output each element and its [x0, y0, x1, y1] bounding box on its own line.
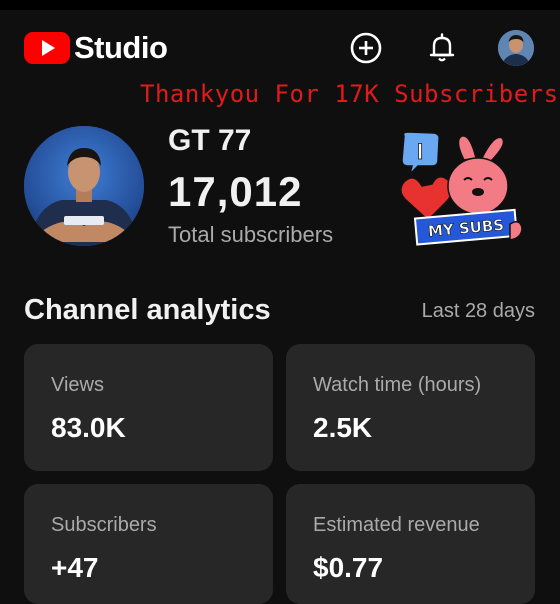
subscriber-count-label: Total subscribers — [168, 222, 334, 247]
sticker-letter: I — [417, 139, 423, 164]
card-value: $0.77 — [313, 552, 384, 583]
card-value: 83.0K — [51, 412, 126, 443]
status-bar — [0, 0, 560, 10]
card-value: +47 — [51, 552, 99, 583]
youtube-studio-logo[interactable]: Studio — [24, 30, 168, 66]
card-label: Views — [51, 374, 104, 396]
channel-avatar[interactable] — [24, 126, 144, 246]
card-label: Estimated revenue — [313, 514, 480, 536]
card-value: 2.5K — [313, 412, 373, 443]
plus-circle-icon — [350, 32, 382, 64]
profile-photo — [498, 30, 534, 66]
celebration-sticker: I MY SUBS — [400, 131, 523, 246]
subscriber-count: 17,012 — [168, 168, 303, 215]
card-label: Subscribers — [51, 514, 157, 536]
channel-profile-photo — [24, 126, 144, 246]
bell-icon — [429, 33, 455, 62]
estimated-revenue-card[interactable]: Estimated revenue $0.77 — [286, 484, 535, 604]
logo-text: Studio — [74, 30, 168, 65]
card-label: Watch time (hours) — [313, 374, 482, 396]
subscribers-card[interactable]: Subscribers +47 — [24, 484, 273, 604]
channel-analytics-title: Channel analytics — [24, 294, 271, 326]
create-button[interactable] — [348, 30, 384, 66]
celebration-banner: Thankyou For 17K Subscribers — [140, 80, 559, 108]
watch-time-card[interactable]: Watch time (hours) 2.5K — [286, 344, 535, 471]
channel-name: GT 77 — [168, 124, 252, 157]
youtube-logo-icon — [24, 32, 70, 64]
date-range-label[interactable]: Last 28 days — [422, 300, 535, 323]
account-avatar-button[interactable] — [498, 30, 534, 66]
views-card[interactable]: Views 83.0K — [24, 344, 273, 471]
notifications-button[interactable] — [424, 30, 460, 66]
